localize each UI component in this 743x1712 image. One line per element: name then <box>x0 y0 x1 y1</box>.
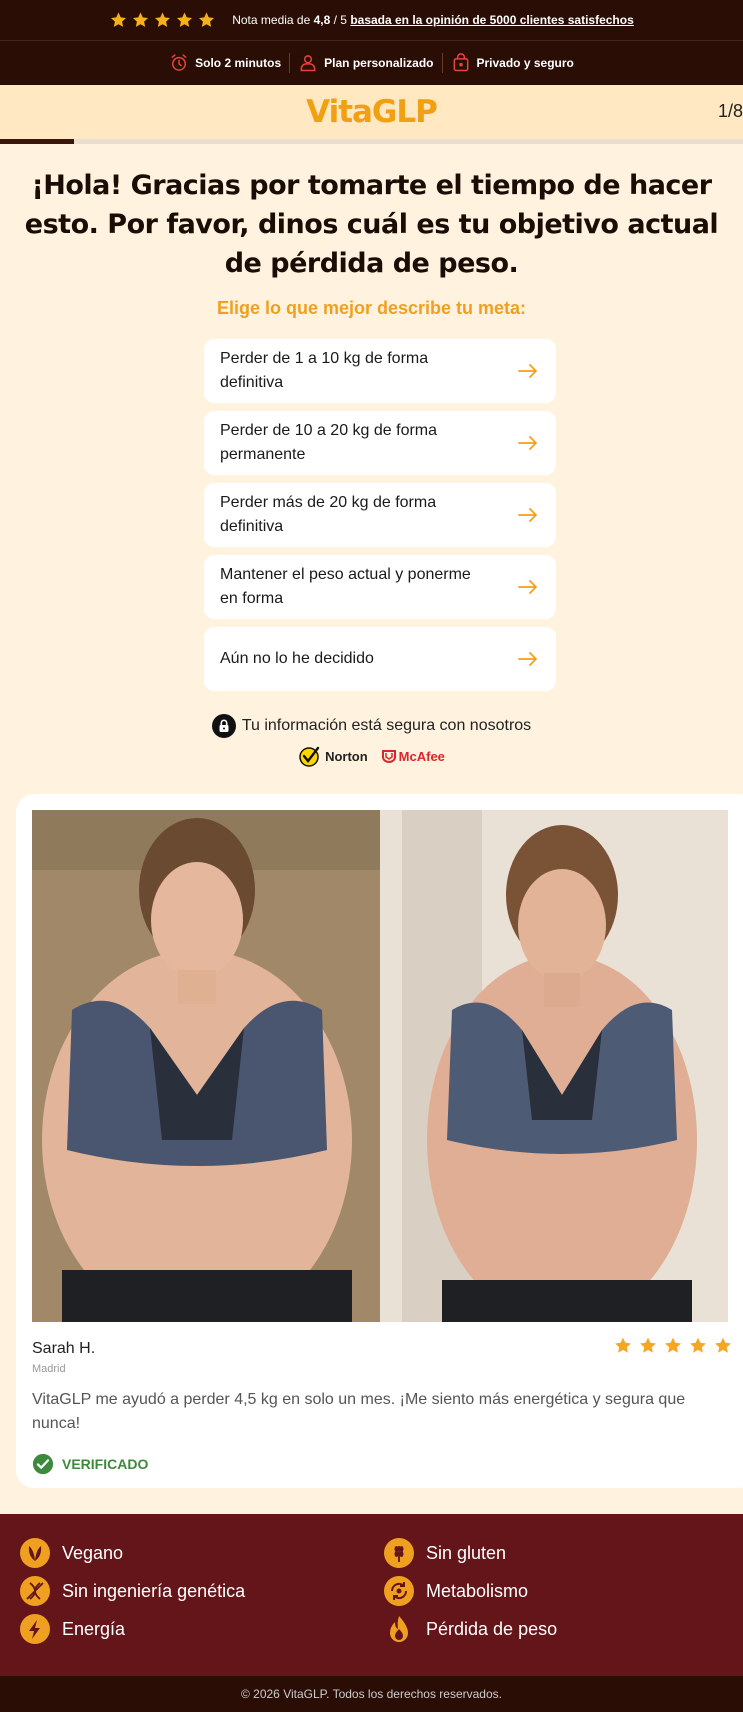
rating-prefix: Nota media de <box>232 13 314 27</box>
benefit-gluten-free: Sin gluten <box>384 1538 506 1568</box>
benefit-energy: Energía <box>20 1614 125 1644</box>
arrow-right-icon <box>518 580 537 594</box>
star-icon <box>177 12 193 27</box>
rating-scale: / 5 <box>330 13 351 27</box>
leaf-icon <box>20 1538 50 1568</box>
answer-option-label: Mantener el peso actual y ponerme en for… <box>220 566 471 607</box>
user-icon <box>300 55 316 72</box>
cycle-icon <box>384 1576 414 1606</box>
review-text: VitaGLP me ayudó a perder 4,5 kg en solo… <box>32 1391 686 1432</box>
arrow-right-icon <box>518 364 537 378</box>
rating-text: Nota media de 4,8 / 5 basada en la opini… <box>232 13 634 27</box>
trust-item-plan: Plan personalizado <box>290 53 441 73</box>
rating-value: 4,8 <box>313 13 331 27</box>
quiz-progress-bar <box>0 139 743 144</box>
norton-check-icon <box>299 746 320 767</box>
before-after-illustration <box>32 810 728 1322</box>
lock-icon <box>211 714 236 738</box>
norton-badge: Norton <box>298 744 368 768</box>
site-footer: © 2026 VitaGLP. Todos los derechos reser… <box>0 1676 743 1712</box>
benefit-label: Energía <box>62 1618 126 1639</box>
verified-label: VERIFICADO <box>62 1456 149 1472</box>
lightning-icon <box>20 1614 50 1644</box>
answer-option-20kg-plus[interactable]: Perder más de 20 kg de forma definitiva <box>204 483 556 547</box>
reviewer-name: Sarah H. <box>32 1340 96 1357</box>
benefit-label: Pérdida de peso <box>426 1618 558 1639</box>
star-icon <box>111 12 127 27</box>
benefit-label: Sin gluten <box>426 1542 507 1563</box>
answer-option-maintain[interactable]: Mantener el peso actual y ponerme en for… <box>204 555 556 619</box>
answer-option-1-10kg[interactable]: Perder de 1 a 10 kg de forma definitiva <box>204 339 556 403</box>
rating-reviews-link[interactable]: basada en la opinión de 5000 clientes sa… <box>350 13 633 27</box>
page-title: ¡Hola! Gracias por tomarte el tiempo de … <box>24 170 719 279</box>
star-icon <box>155 12 171 27</box>
alarm-clock-icon <box>171 54 187 71</box>
trust-label: Plan personalizado <box>324 56 434 70</box>
trust-label: Solo 2 minutos <box>195 56 282 70</box>
before-after-photo <box>32 810 728 1322</box>
check-circle-icon <box>32 1453 54 1475</box>
verified-badge: VERIFICADO <box>32 1453 148 1475</box>
trust-bar: Solo 2 minutos Plan personalizado Privad… <box>0 41 743 85</box>
star-icon <box>690 1337 706 1353</box>
benefit-weight-loss: Pérdida de peso <box>384 1614 557 1644</box>
answer-option-label: Aún no lo he decidido <box>220 650 374 667</box>
trust-item-privacy: Privado y seguro <box>443 53 582 73</box>
answer-option-label: Perder de 10 a 20 kg de forma permanente <box>220 422 438 463</box>
benefit-metabolism: Metabolismo <box>384 1576 528 1606</box>
mcafee-shield-icon <box>381 750 396 763</box>
answer-option-10-20kg[interactable]: Perder de 10 a 20 kg de forma permanente <box>204 411 556 475</box>
rating-bar: Nota media de 4,8 / 5 basada en la opini… <box>0 0 743 41</box>
benefits-section: Vegano Sin gluten Sin ingeniería genétic… <box>0 1514 743 1676</box>
norton-label: Norton <box>325 748 368 764</box>
quiz-progress-fill <box>0 139 75 144</box>
security-text: Tu información está segura con nosotros <box>241 717 532 734</box>
benefit-non-gmo: Sin ingeniería genética <box>20 1576 245 1606</box>
mcafee-label: McAfee <box>398 748 445 764</box>
answer-options: Perder de 1 a 10 kg de forma definitiva … <box>204 339 556 699</box>
star-icon <box>615 1337 631 1353</box>
reviewer-city: Madrid <box>32 1363 66 1375</box>
benefit-label: Vegano <box>62 1542 124 1563</box>
brand-logo[interactable]: VitaGLP <box>306 94 438 130</box>
benefit-label: Metabolismo <box>426 1580 529 1601</box>
benefit-vegan: Vegano <box>20 1538 123 1568</box>
star-icon <box>133 12 149 27</box>
review-stars <box>613 1336 733 1355</box>
testimonial-card: Sarah H. Madrid VitaGLP me ayudó a perde… <box>16 794 743 1488</box>
question-subtitle: Elige lo que mejor describe tu meta: <box>216 298 527 318</box>
site-header: VitaGLP 1/8 <box>0 85 743 139</box>
trust-item-time: Solo 2 minutos <box>161 53 289 73</box>
rating-stars <box>109 11 216 29</box>
star-icon <box>715 1337 731 1353</box>
arrow-right-icon <box>518 652 537 666</box>
copyright-text: © 2026 VitaGLP. Todos los derechos reser… <box>240 1687 502 1701</box>
arrow-right-icon <box>518 508 537 522</box>
answer-option-undecided[interactable]: Aún no lo he decidido <box>204 627 556 691</box>
flame-icon <box>390 1616 408 1642</box>
wheat-icon <box>384 1538 414 1568</box>
dna-icon <box>20 1576 50 1606</box>
star-icon <box>665 1337 681 1353</box>
arrow-right-icon <box>518 436 537 450</box>
star-icon <box>199 12 215 27</box>
shopping-bag-lock-icon <box>453 53 468 72</box>
step-counter: 1/8 <box>717 101 743 121</box>
answer-option-label: Perder de 1 a 10 kg de forma definitiva <box>220 350 429 391</box>
mcafee-badge: McAfee <box>381 748 445 764</box>
answer-option-label: Perder más de 20 kg de forma definitiva <box>220 494 437 535</box>
security-note: Tu información está segura con nosotros <box>0 714 743 738</box>
security-badges: Norton McAfee <box>0 744 743 768</box>
star-icon <box>640 1337 656 1353</box>
trust-label: Privado y seguro <box>476 56 574 70</box>
benefit-label: Sin ingeniería genética <box>62 1580 246 1601</box>
